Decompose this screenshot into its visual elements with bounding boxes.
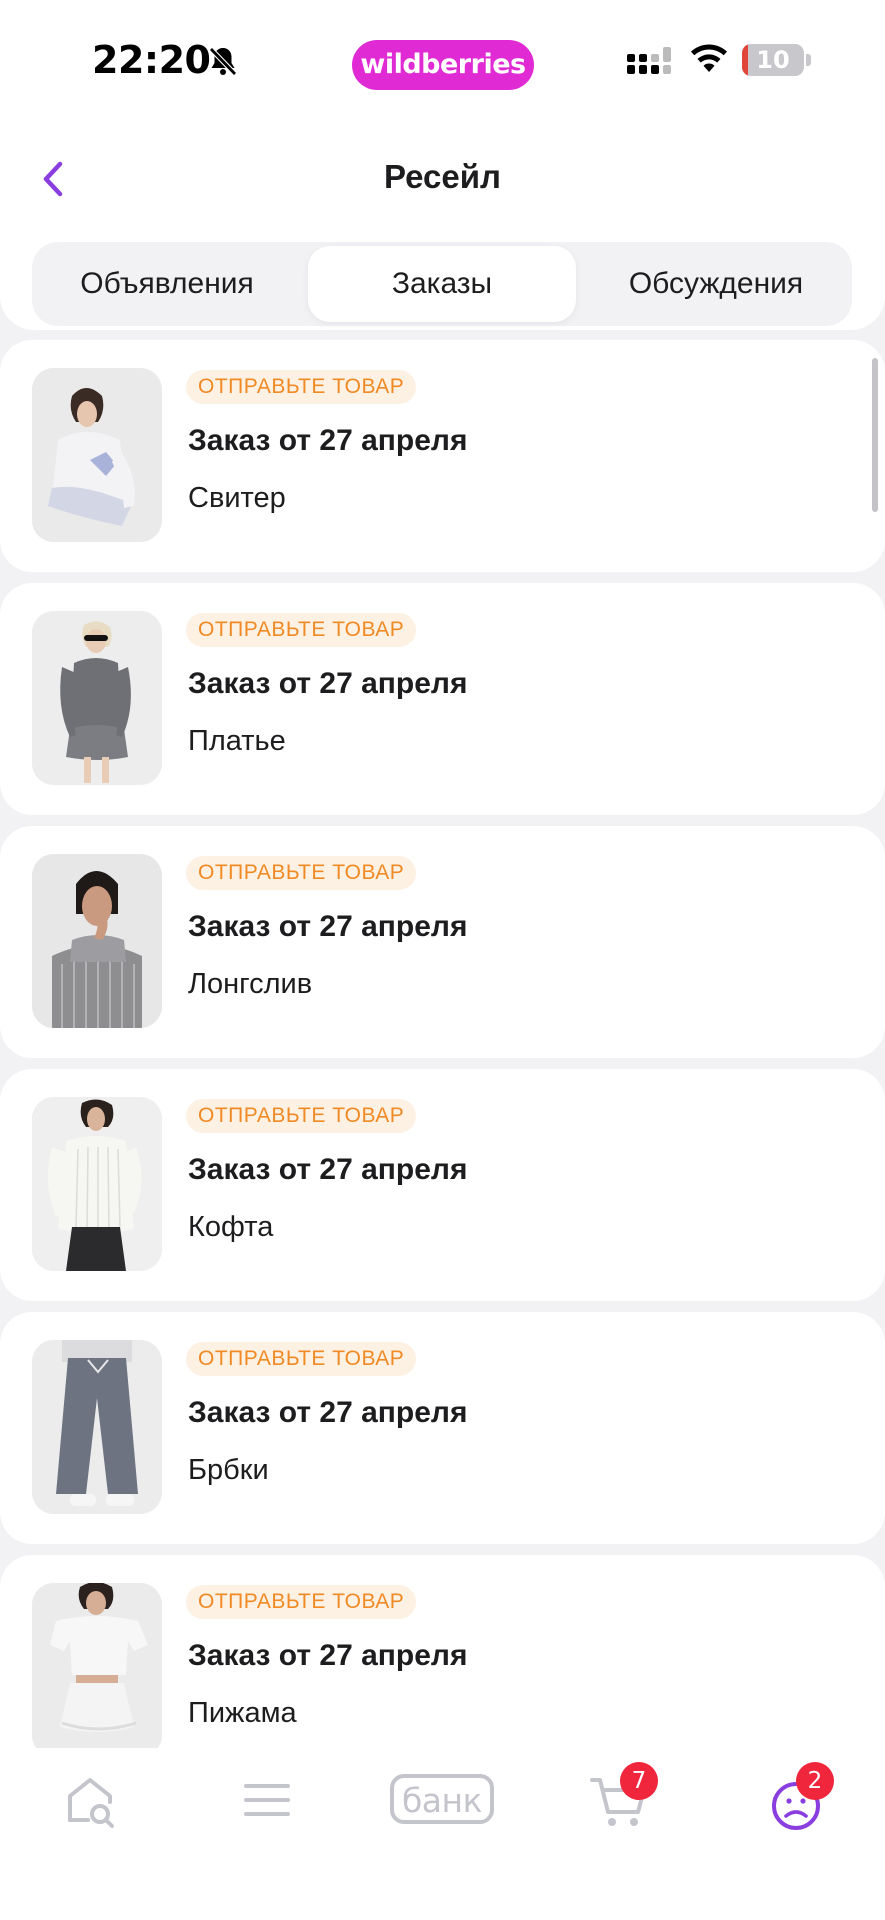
order-title: Заказ от 27 апреля: [188, 1396, 468, 1429]
page-header: Ресейл Объявления Заказы Обсуждения: [0, 120, 885, 330]
status-bar: 22:20 wildberries 10: [0, 0, 885, 120]
bottom-navigation: банк 7 2: [0, 1748, 885, 1920]
order-title: Заказ от 27 апреля: [188, 1153, 468, 1186]
order-item-name: Брбки: [188, 1454, 269, 1486]
cart-badge: 7: [620, 1762, 658, 1800]
order-title: Заказ от 27 апреля: [188, 1639, 468, 1672]
product-photo: [32, 1583, 162, 1757]
segmented-tabs: Объявления Заказы Обсуждения: [32, 242, 852, 326]
status-badge: ОТПРАВЬТЕ ТОВАР: [186, 613, 417, 647]
page-title: Ресейл: [383, 158, 502, 195]
status-badge: ОТПРАВЬТЕ ТОВАР: [186, 1099, 417, 1133]
battery-icon: 10: [742, 44, 804, 76]
order-item-name: Пижама: [188, 1697, 297, 1729]
battery-cap: [806, 54, 811, 66]
order-title: Заказ от 27 апреля: [188, 667, 468, 700]
product-photo: [32, 368, 162, 542]
tab-discussions[interactable]: Обсуждения: [584, 246, 848, 322]
bank-button[interactable]: банк: [390, 1774, 494, 1824]
order-item-name: Свитер: [188, 482, 286, 514]
order-card[interactable]: ОТПРАВЬТЕ ТОВАР Заказ от 27 апреля Лонгс…: [0, 826, 885, 1058]
order-item-name: Кофта: [188, 1211, 274, 1243]
order-item-name: Лонгслив: [188, 968, 313, 1000]
status-badge: ОТПРАВЬТЕ ТОВАР: [186, 1585, 417, 1619]
wifi-icon: [691, 44, 727, 72]
status-badge: ОТПРАВЬТЕ ТОВАР: [186, 370, 417, 404]
order-card[interactable]: ОТПРАВЬТЕ ТОВАР Заказ от 27 апреля Плать…: [0, 583, 885, 815]
profile-badge: 2: [796, 1762, 834, 1800]
tab-listings[interactable]: Объявления: [36, 246, 298, 322]
order-item-name: Платье: [188, 725, 286, 757]
battery-level: 10: [756, 46, 790, 74]
home-search-icon[interactable]: [46, 1768, 136, 1832]
order-card[interactable]: ОТПРАВЬТЕ ТОВАР Заказ от 27 апреля Брбки: [0, 1312, 885, 1544]
status-badge: ОТПРАВЬТЕ ТОВАР: [186, 1342, 417, 1376]
bell-slash-icon: [209, 47, 237, 76]
status-badge: ОТПРАВЬТЕ ТОВАР: [186, 856, 417, 890]
product-photo: [32, 854, 162, 1028]
status-time: 22:20: [92, 38, 211, 82]
order-title: Заказ от 27 апреля: [188, 910, 468, 943]
order-title: Заказ от 27 апреля: [188, 424, 468, 457]
tab-orders[interactable]: Заказы: [308, 246, 576, 322]
order-card[interactable]: ОТПРАВЬТЕ ТОВАР Заказ от 27 апреля Кофта: [0, 1069, 885, 1301]
menu-icon[interactable]: [222, 1768, 312, 1832]
bank-label: банк: [401, 1781, 483, 1820]
order-card[interactable]: ОТПРАВЬТЕ ТОВАР Заказ от 27 апреля Свите…: [0, 340, 885, 572]
cellular-signal-icon: [627, 47, 671, 74]
wildberries-pill[interactable]: wildberries: [352, 40, 534, 90]
scrollbar[interactable]: [872, 358, 878, 512]
product-photo: [32, 1097, 162, 1271]
product-photo: [32, 1340, 162, 1514]
product-photo: [32, 611, 162, 785]
